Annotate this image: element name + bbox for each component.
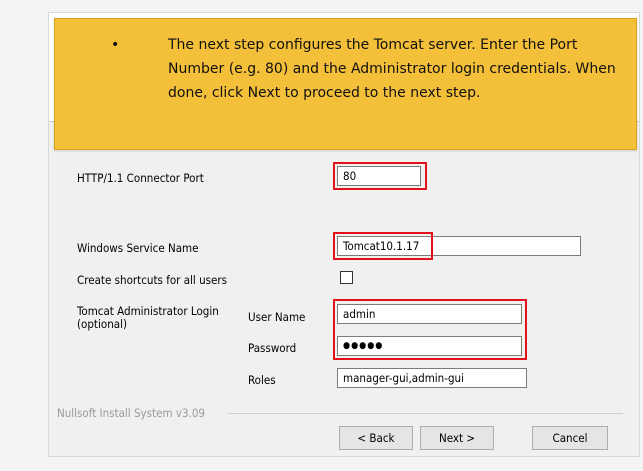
service-name-highlight bbox=[333, 232, 433, 260]
shortcuts-label: Create shortcuts for all users bbox=[77, 273, 228, 287]
admin-login-label: Tomcat Administrator Login (optional) bbox=[77, 304, 219, 331]
nsis-branding: Nullsoft Install System v3.09 bbox=[57, 406, 205, 420]
username-label: User Name bbox=[248, 310, 306, 324]
credentials-highlight bbox=[333, 299, 527, 360]
next-button[interactable]: Next > bbox=[420, 426, 494, 450]
port-highlight bbox=[333, 162, 427, 190]
back-button[interactable]: < Back bbox=[339, 426, 413, 450]
shortcuts-checkbox[interactable] bbox=[340, 271, 353, 284]
service-name-label: Windows Service Name bbox=[77, 241, 199, 255]
instruction-text: The next step configures the Tomcat serv… bbox=[111, 33, 616, 105]
cancel-button[interactable]: Cancel bbox=[532, 426, 608, 450]
roles-label: Roles bbox=[248, 373, 276, 387]
password-label: Password bbox=[248, 341, 297, 355]
port-label: HTTP/1.1 Connector Port bbox=[77, 171, 204, 185]
instruction-callout: The next step configures the Tomcat serv… bbox=[54, 18, 637, 150]
roles-input[interactable]: manager-gui,admin-gui bbox=[337, 368, 527, 388]
instruction-list: The next step configures the Tomcat serv… bbox=[55, 19, 636, 105]
footer-divider bbox=[228, 413, 623, 414]
